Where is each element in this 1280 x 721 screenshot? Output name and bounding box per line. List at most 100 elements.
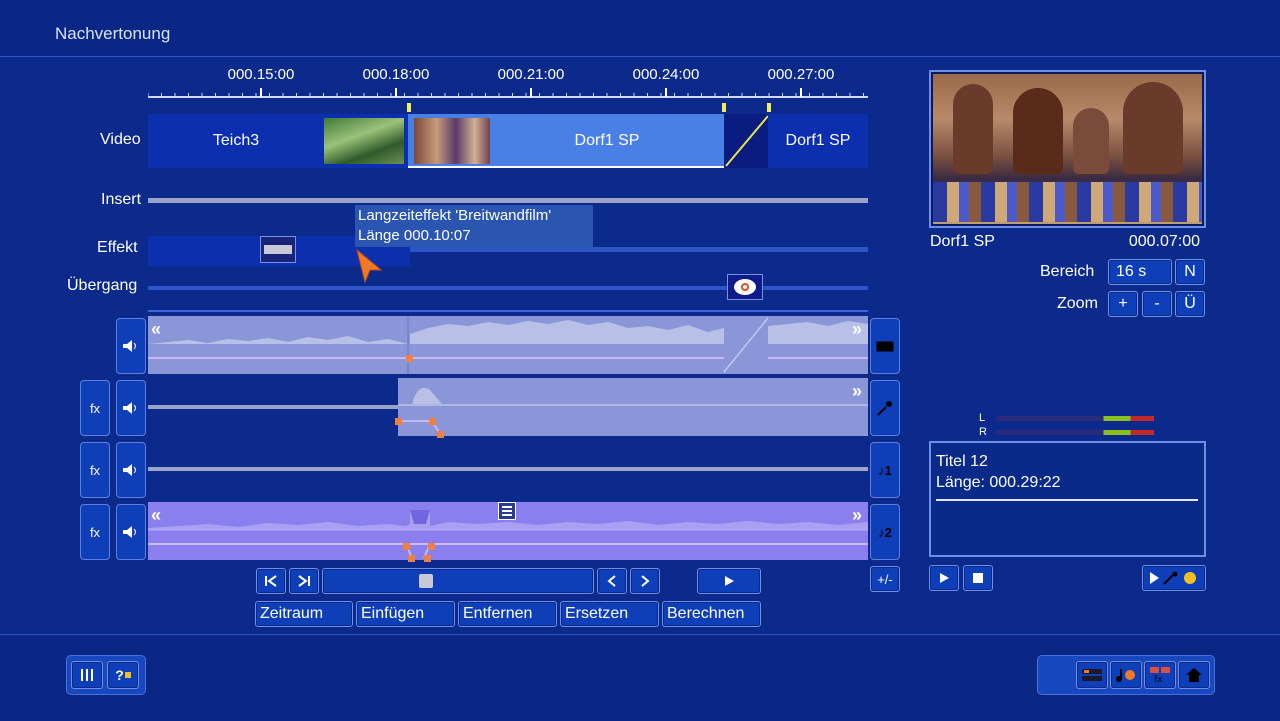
volume-node[interactable]: [428, 543, 435, 550]
menu-handle-icon[interactable]: [498, 502, 516, 520]
plusminus-button[interactable]: +/-: [870, 566, 900, 592]
track-label-video: Video: [100, 131, 141, 148]
mute-button[interactable]: [116, 504, 146, 560]
timeline-tick-label: 000.27:00: [767, 66, 835, 83]
timeline-tick-label: 000.18:00: [362, 66, 430, 83]
jump-end-button[interactable]: [289, 568, 319, 594]
volume-node[interactable]: [437, 431, 444, 438]
swirl-center: [741, 283, 749, 291]
widescreen-bar: [264, 245, 292, 254]
fx-effects-button[interactable]: fx: [1144, 661, 1176, 689]
home-icon: [1186, 668, 1202, 682]
mute-button[interactable]: [116, 318, 146, 374]
record-voiceover-button[interactable]: [1142, 565, 1206, 591]
cut-marker: [722, 103, 726, 112]
scroll-right-icon[interactable]: »: [852, 319, 862, 340]
help-button[interactable]: ?: [107, 661, 139, 689]
volume-node[interactable]: [424, 555, 431, 562]
fx-button[interactable]: fx: [80, 380, 110, 436]
lines-icon: [502, 506, 512, 516]
video-clip-dorf1[interactable]: Dorf1 SP: [768, 114, 868, 168]
mute-button[interactable]: [116, 380, 146, 436]
video-preview[interactable]: [929, 70, 1206, 228]
fx-button[interactable]: fx: [80, 504, 110, 560]
scroll-right-icon[interactable]: »: [852, 381, 862, 402]
home-button[interactable]: [1178, 661, 1210, 689]
tools-button[interactable]: [1076, 661, 1108, 689]
footer-right-panel: fx: [1037, 655, 1215, 695]
info-title: Titel 12: [936, 453, 988, 470]
bereich-value-button[interactable]: 16 s: [1108, 259, 1172, 285]
menu-lines-button[interactable]: [71, 661, 103, 689]
scroll-left-icon[interactable]: «: [151, 319, 161, 340]
bereich-n-button[interactable]: N: [1175, 259, 1205, 285]
einfuegen-button[interactable]: Einfügen: [356, 601, 455, 627]
audio-effects-button[interactable]: [1110, 661, 1142, 689]
fx-button[interactable]: fx: [80, 442, 110, 498]
play-button[interactable]: [697, 568, 761, 594]
play-icon: [725, 576, 734, 586]
widescreen-effect-icon[interactable]: [260, 236, 296, 263]
clip-label: Teich3: [212, 132, 260, 149]
level-meter-right: [996, 430, 1154, 435]
zoom-in-button[interactable]: +: [1108, 291, 1138, 317]
zoom-fit-button[interactable]: Ü: [1175, 291, 1205, 317]
cloth-pattern: [933, 182, 1202, 222]
insert-track[interactable]: [148, 198, 868, 203]
microphone-icon: [877, 401, 892, 416]
footer-left-panel: ?: [66, 655, 146, 695]
volume-node[interactable]: [408, 555, 415, 562]
preview-stop-button[interactable]: [963, 565, 993, 591]
video-clip-dorf1-selected[interactable]: Dorf1 SP: [408, 114, 724, 168]
track-video-audio-button[interactable]: [870, 318, 900, 374]
step-back-button[interactable]: [597, 568, 627, 594]
note-icon: [1116, 669, 1135, 682]
scroll-right-icon[interactable]: »: [852, 505, 862, 526]
entfernen-button[interactable]: Entfernen: [458, 601, 557, 627]
step-forward-button[interactable]: [630, 568, 660, 594]
speaker-icon: [123, 464, 136, 476]
volume-node[interactable]: [403, 543, 410, 550]
position-slider[interactable]: [322, 568, 594, 594]
speaker-icon: [123, 526, 136, 538]
slider-thumb[interactable]: [419, 574, 433, 588]
divider: [148, 310, 868, 312]
audio-track-4[interactable]: « »: [148, 502, 868, 562]
zeitraum-button[interactable]: Zeitraum: [255, 601, 353, 627]
ersetzen-button[interactable]: Ersetzen: [560, 601, 659, 627]
jump-start-button[interactable]: [256, 568, 286, 594]
svg-text:fx: fx: [1154, 675, 1163, 684]
preview-clip-name: Dorf1 SP: [930, 233, 995, 250]
track-voiceover-button[interactable]: [870, 380, 900, 436]
bereich-label: Bereich: [1040, 263, 1095, 280]
play-icon: [940, 573, 949, 583]
divider: [936, 499, 1198, 501]
track-label-transition: Übergang: [67, 277, 138, 294]
scroll-left-icon[interactable]: «: [151, 505, 161, 526]
audio-track-3-lane[interactable]: [148, 467, 868, 471]
tooltip-length: Länge 000.10:07: [358, 227, 471, 244]
person-figure: [1073, 108, 1109, 174]
transition-icon[interactable]: [727, 274, 763, 300]
preview-frame: [933, 74, 1202, 224]
mute-button[interactable]: [116, 442, 146, 498]
preview-timecode: 000.07:00: [1128, 233, 1200, 250]
person-figure: [1123, 82, 1183, 174]
track-music2-button[interactable]: ♪2: [870, 504, 900, 560]
audio-clip-voiceover[interactable]: »: [395, 378, 868, 438]
preview-play-button[interactable]: [929, 565, 959, 591]
tooltip: Langzeiteffekt 'Breitwandfilm' Länge 000…: [355, 205, 593, 247]
video-clip-teich3[interactable]: Teich3: [148, 114, 408, 168]
berechnen-button[interactable]: Berechnen: [662, 601, 761, 627]
video-transition-marker[interactable]: [724, 114, 768, 168]
audio-track-1[interactable]: « »: [148, 316, 868, 374]
volume-node[interactable]: [395, 418, 402, 425]
volume-node[interactable]: [429, 418, 436, 425]
zoom-out-button[interactable]: -: [1142, 291, 1172, 317]
clip-thumbnail: [324, 118, 404, 164]
timeline-ruler[interactable]: [148, 86, 868, 100]
cut-marker: [407, 103, 411, 112]
track-music1-button[interactable]: ♪1: [870, 442, 900, 498]
volume-node[interactable]: [406, 355, 413, 362]
info-box: Titel 12 Länge: 000.29:22: [929, 441, 1206, 557]
